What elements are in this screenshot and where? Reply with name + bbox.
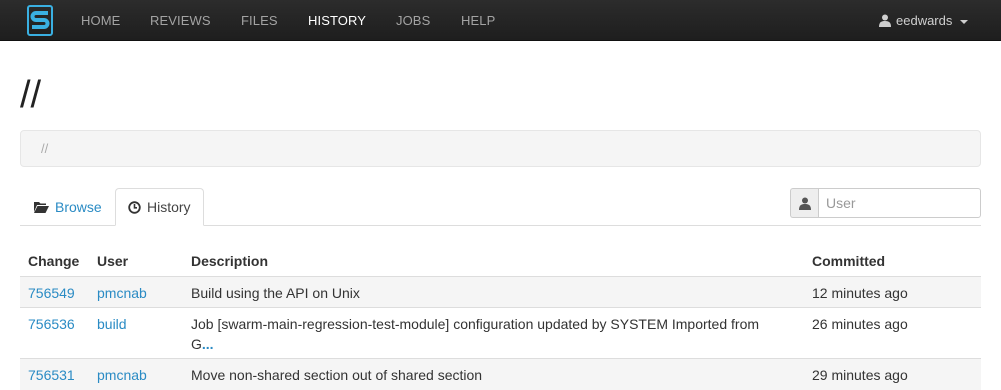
nav-home[interactable]: HOME <box>81 13 120 28</box>
navbar: HOME REVIEWS FILES HISTORY JOBS HELP eed… <box>0 0 1001 41</box>
user-icon <box>879 14 891 27</box>
user-filter-addon <box>790 188 818 218</box>
nav-history[interactable]: HISTORY <box>308 13 366 28</box>
tab-history[interactable]: History <box>115 188 204 226</box>
column-header-change: Change <box>28 253 80 269</box>
column-header-committed: Committed <box>812 253 886 269</box>
user-icon <box>798 197 811 210</box>
tab-browse-label: Browse <box>55 199 102 215</box>
description-text: Job [swarm-main-regression-test-module] … <box>191 316 760 352</box>
change-link[interactable]: 756549 <box>28 283 75 303</box>
nav-help[interactable]: HELP <box>461 13 495 28</box>
change-link[interactable]: 756536 <box>28 314 75 334</box>
column-header-user: User <box>97 253 129 269</box>
nav-files[interactable]: FILES <box>241 13 278 28</box>
committed-time: 12 minutes ago <box>812 285 908 301</box>
chevron-down-icon <box>960 19 969 24</box>
change-link[interactable]: 756531 <box>28 365 75 385</box>
description: Move non-shared section out of shared se… <box>191 365 791 385</box>
nav-jobs[interactable]: JOBS <box>396 13 430 28</box>
tab-browse[interactable]: Browse <box>20 188 116 226</box>
table-row: 756531 pmcnab Move non-shared section ou… <box>20 358 981 390</box>
user-link[interactable]: pmcnab <box>97 283 147 303</box>
swarm-logo[interactable] <box>27 5 53 36</box>
clock-icon <box>128 200 141 214</box>
breadcrumb: // <box>20 130 981 167</box>
page-title: // <box>20 74 42 116</box>
table-row: 756549 pmcnab Build using the API on Uni… <box>20 276 981 307</box>
user-filter-input[interactable] <box>818 188 981 218</box>
committed-time: 29 minutes ago <box>812 367 908 383</box>
column-header-description: Description <box>191 253 269 269</box>
nav-reviews[interactable]: REVIEWS <box>150 13 211 28</box>
description-text: Move non-shared section out of shared se… <box>191 367 483 383</box>
table-row: 756536 build Job [swarm-main-regression-… <box>20 307 981 358</box>
breadcrumb-root[interactable]: // <box>41 141 48 156</box>
user-filter <box>790 188 981 218</box>
user-name: eedwards <box>896 13 953 28</box>
folder-open-icon <box>34 202 49 213</box>
user-menu[interactable]: eedwards <box>879 13 969 28</box>
user-link[interactable]: pmcnab <box>97 365 147 385</box>
description-text: Build using the API on Unix <box>191 285 360 301</box>
user-link[interactable]: build <box>97 314 127 334</box>
tab-history-label: History <box>147 199 191 215</box>
description: Build using the API on Unix <box>191 283 791 303</box>
committed-time: 26 minutes ago <box>812 316 908 332</box>
description: Job [swarm-main-regression-test-module] … <box>191 314 781 354</box>
expand-description-link[interactable]: ... <box>202 336 214 352</box>
